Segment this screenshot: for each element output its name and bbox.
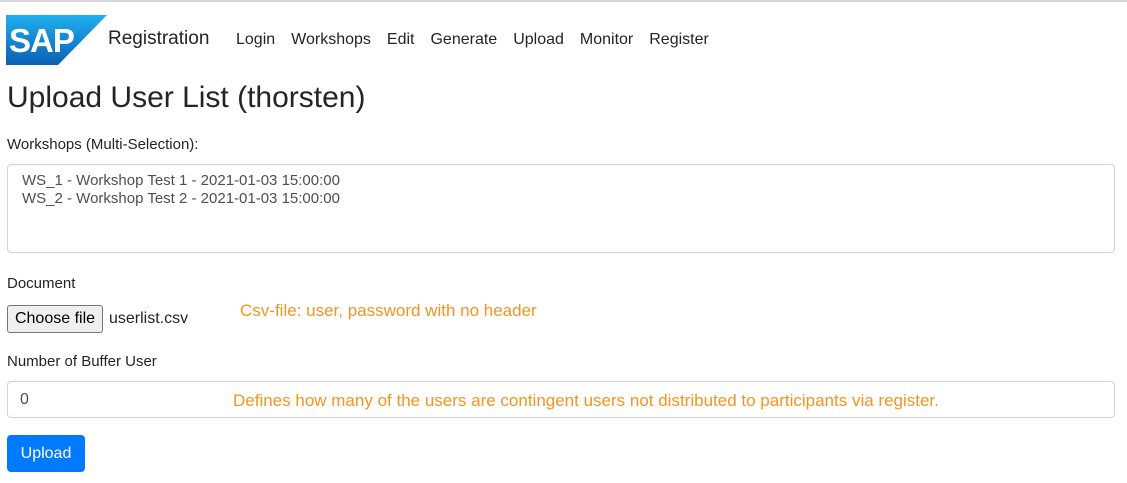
top-divider xyxy=(0,0,1127,2)
sap-logo[interactable]: SAP ® xyxy=(6,15,107,65)
buffer-user-label: Number of Buffer User xyxy=(7,353,157,370)
nav-login[interactable]: Login xyxy=(236,31,275,49)
nav-edit[interactable]: Edit xyxy=(387,31,415,49)
document-label: Document xyxy=(7,275,76,292)
choose-file-button[interactable]: Choose file xyxy=(7,305,103,333)
workshop-option[interactable]: WS_1 - Workshop Test 1 - 2021-01-03 15:0… xyxy=(22,172,1114,190)
workshop-option[interactable]: WS_2 - Workshop Test 2 - 2021-01-03 15:0… xyxy=(22,190,1114,208)
nav-workshops[interactable]: Workshops xyxy=(291,31,371,49)
brand-link[interactable]: Registration xyxy=(108,28,209,50)
workshops-multiselect[interactable]: WS_1 - Workshop Test 1 - 2021-01-03 15:0… xyxy=(7,164,1115,253)
page-title: Upload User List (thorsten) xyxy=(7,81,366,114)
selected-file-name: userlist.csv xyxy=(109,310,189,327)
nav-links: Login Workshops Edit Generate Upload Mon… xyxy=(236,31,725,49)
upload-button[interactable]: Upload xyxy=(7,435,85,472)
sap-logo-text: SAP xyxy=(9,22,74,59)
document-hint: Csv-file: user, password with no header xyxy=(240,301,537,320)
svg-text:®: ® xyxy=(68,56,74,64)
workshops-label: Workshops (Multi-Selection): xyxy=(7,136,199,153)
nav-upload[interactable]: Upload xyxy=(513,31,564,49)
nav-monitor[interactable]: Monitor xyxy=(580,31,633,49)
nav-generate[interactable]: Generate xyxy=(430,31,497,49)
buffer-user-hint: Defines how many of the users are contin… xyxy=(233,391,939,410)
navbar: SAP ® Registration Login Workshops Edit … xyxy=(0,14,1127,66)
nav-register[interactable]: Register xyxy=(649,31,709,49)
